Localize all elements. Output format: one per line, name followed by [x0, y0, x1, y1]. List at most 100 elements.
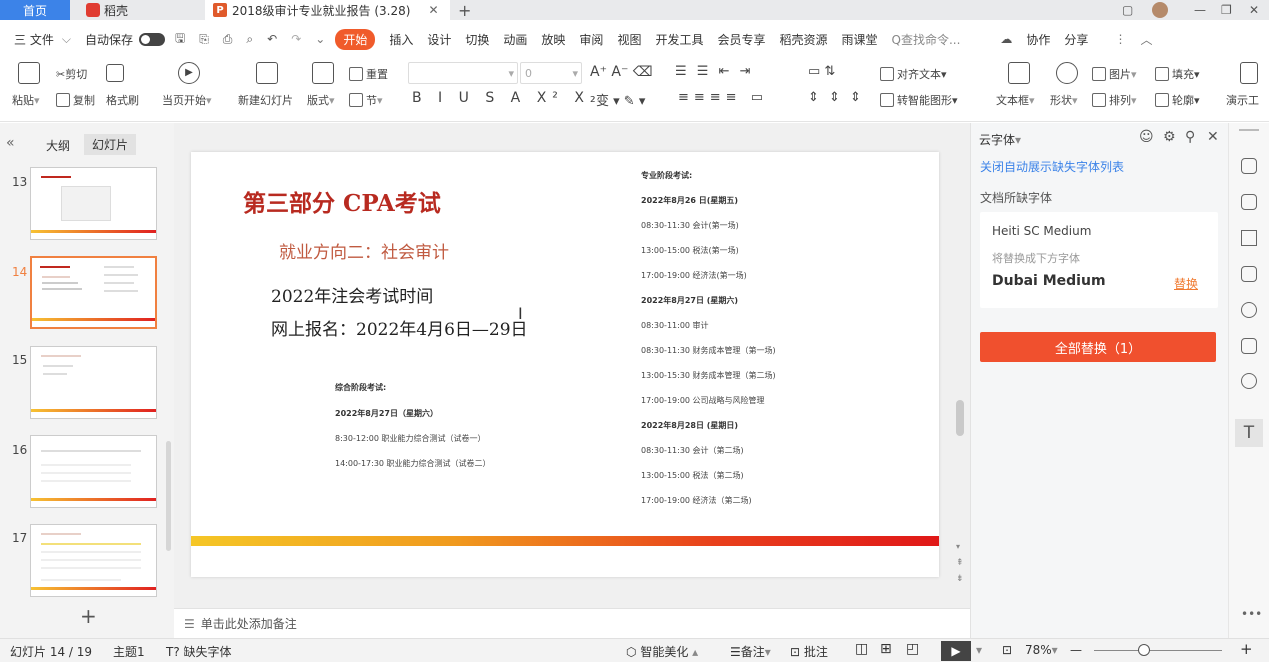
- slide-text-line2[interactable]: 网上报名：2022年4月6日—29日: [271, 315, 528, 340]
- new-tab-button[interactable]: +: [458, 0, 471, 20]
- cut-button[interactable]: ✂ 剪切: [56, 66, 87, 82]
- present-tool-icon[interactable]: [1240, 62, 1258, 84]
- missing-font-status[interactable]: T? 缺失字体: [166, 643, 232, 660]
- tab-transition[interactable]: 切换: [465, 31, 489, 48]
- tab-start[interactable]: 开始: [335, 28, 376, 50]
- tab-view[interactable]: 视图: [617, 31, 641, 48]
- tab-daoke-resources[interactable]: 稻壳资源: [779, 31, 827, 48]
- shape-icon[interactable]: [1056, 62, 1078, 84]
- slide-thumbnail-17[interactable]: [30, 524, 157, 597]
- textbox-button[interactable]: 文本框 ▾: [996, 92, 1035, 108]
- scroll-down-icon[interactable]: ▾: [956, 542, 960, 551]
- font-grow-icon[interactable]: A⁺ A⁻ ⌫: [590, 64, 653, 80]
- format-painter-button[interactable]: 格式刷: [106, 92, 139, 108]
- slide-title[interactable]: 第三部分 CPA考试: [243, 184, 441, 218]
- slide-subtitle[interactable]: 就业方向二：社会审计: [279, 238, 449, 263]
- shape-button[interactable]: 形状 ▾: [1050, 92, 1078, 108]
- template-icon[interactable]: [1241, 266, 1257, 282]
- file-menu[interactable]: 三 文件: [14, 31, 54, 48]
- font-size-select[interactable]: 0 ▾: [520, 62, 582, 84]
- export-icon[interactable]: ⎘: [199, 32, 209, 47]
- chevron-down-icon[interactable]: ⌵: [62, 32, 71, 47]
- zoom-slider-handle[interactable]: [1138, 644, 1150, 656]
- tab-outline[interactable]: 大纲: [46, 137, 70, 154]
- notes-area[interactable]: ☰ 单击此处添加备注: [174, 608, 970, 638]
- properties-icon[interactable]: [1241, 194, 1257, 210]
- normal-view-icon[interactable]: ◫: [855, 641, 868, 657]
- share-button[interactable]: 分享: [1064, 31, 1088, 48]
- close-panel-icon[interactable]: ✕: [1207, 129, 1219, 145]
- cloud-icon[interactable]: ☁: [1000, 32, 1012, 46]
- layout-icon[interactable]: [312, 62, 334, 84]
- slide[interactable]: 第三部分 CPA考试 就业方向二：社会审计 2022年注会考试时间 网上报名：2…: [191, 152, 939, 577]
- zoom-out-button[interactable]: —: [1070, 643, 1082, 657]
- thumbnail-scrollbar[interactable]: [166, 441, 171, 551]
- more-tools-icon[interactable]: •••: [1241, 607, 1262, 621]
- play-icon[interactable]: ▶: [178, 62, 200, 84]
- tab-daoke[interactable]: 稻壳: [80, 0, 200, 20]
- close-auto-show-link[interactable]: 关闭自动展示缺失字体列表: [980, 158, 1124, 175]
- location-icon[interactable]: [1241, 373, 1257, 389]
- fit-window-icon[interactable]: ⊡: [1002, 643, 1012, 657]
- close-tab-icon[interactable]: ✕: [428, 3, 438, 17]
- slide-thumbnail-15[interactable]: [30, 346, 157, 419]
- pin-icon[interactable]: ⚲: [1185, 129, 1195, 145]
- fill-button[interactable]: 填充 ▾: [1155, 66, 1200, 82]
- play-slideshow-button[interactable]: ▶: [941, 641, 971, 661]
- next-slide-icon[interactable]: ⇟: [956, 574, 964, 584]
- more-icon[interactable]: ⌄: [315, 32, 325, 46]
- redo-icon[interactable]: ↷: [291, 32, 301, 46]
- tab-developer[interactable]: 开发工具: [655, 31, 703, 48]
- collab-button[interactable]: 协作: [1026, 31, 1050, 48]
- smartart-button[interactable]: 转智能图形 ▾: [880, 92, 958, 108]
- zoom-level[interactable]: 78%▾: [1025, 643, 1058, 657]
- outline-button[interactable]: 轮廓 ▾: [1155, 92, 1200, 108]
- animation-icon[interactable]: [1241, 230, 1257, 246]
- font-family-select[interactable]: ▾: [408, 62, 518, 84]
- tab-review[interactable]: 审阅: [579, 31, 603, 48]
- copy-button[interactable]: 复制: [56, 92, 95, 108]
- picture-button[interactable]: 图片 ▾: [1092, 66, 1137, 82]
- panel-title[interactable]: 云字体▾: [979, 131, 1021, 148]
- replace-link[interactable]: 替换: [1174, 275, 1198, 292]
- gear-icon[interactable]: ⚙: [1163, 129, 1176, 145]
- more-options-icon[interactable]: ⋮: [1114, 32, 1126, 46]
- tab-home[interactable]: 首页: [0, 0, 70, 20]
- align-buttons[interactable]: ≡≡≡≡ ▭: [678, 90, 768, 105]
- pinyin-icon[interactable]: 变 ▾ ✎ ▾: [596, 90, 645, 109]
- tab-slideshow[interactable]: 放映: [541, 31, 565, 48]
- zoom-in-button[interactable]: +: [1240, 640, 1253, 658]
- section-button[interactable]: 节 ▾: [349, 92, 383, 108]
- layout-icon[interactable]: ▢: [1122, 0, 1133, 20]
- undo-icon[interactable]: ↶: [267, 32, 277, 46]
- slide-sorter-icon[interactable]: ⊞: [880, 641, 892, 657]
- replace-all-button[interactable]: 全部替换（1）: [980, 332, 1216, 362]
- format-painter-icon[interactable]: [106, 64, 124, 82]
- tab-insert[interactable]: 插入: [389, 31, 413, 48]
- canvas-scrollbar[interactable]: [956, 400, 964, 436]
- image-icon[interactable]: [1241, 338, 1257, 354]
- new-slide-icon[interactable]: [256, 62, 278, 84]
- search-command-input[interactable]: Q查找命令...: [892, 31, 961, 48]
- cloud-font-icon[interactable]: T: [1235, 419, 1263, 447]
- present-tool-button[interactable]: 演示工: [1226, 92, 1259, 108]
- add-slide-button[interactable]: +: [80, 604, 97, 628]
- reading-view-icon[interactable]: ◰: [906, 641, 919, 657]
- slide-thumbnail-13[interactable]: [30, 167, 157, 240]
- tab-document[interactable]: P 2018级审计专业就业报告 (3.28) ✕: [205, 0, 450, 20]
- reset-button[interactable]: 重置: [349, 66, 388, 82]
- slide-text-line1[interactable]: 2022年注会考试时间: [271, 282, 433, 307]
- textbox-icon[interactable]: [1008, 62, 1030, 84]
- notes-button[interactable]: ☰备注▾: [730, 643, 771, 660]
- layout-button[interactable]: 版式 ▾: [307, 92, 335, 108]
- new-slide-button[interactable]: 新建幻灯片: [238, 92, 293, 108]
- align-text-button[interactable]: 对齐文本 ▾: [880, 66, 947, 82]
- paste-button[interactable]: 粘贴 ▾: [12, 92, 40, 108]
- font-style-buttons[interactable]: B I U S A X² X₂: [412, 90, 602, 106]
- prev-slide-icon[interactable]: ⇞: [956, 558, 964, 568]
- tab-animation[interactable]: 动画: [503, 31, 527, 48]
- list-buttons[interactable]: ☰ ☰ ⇤ ⇥: [675, 64, 754, 79]
- restore-icon[interactable]: ❐: [1221, 0, 1232, 20]
- collapse-ribbon-icon[interactable]: ︿: [1140, 31, 1152, 48]
- comments-button[interactable]: ⊡ 批注: [790, 643, 828, 660]
